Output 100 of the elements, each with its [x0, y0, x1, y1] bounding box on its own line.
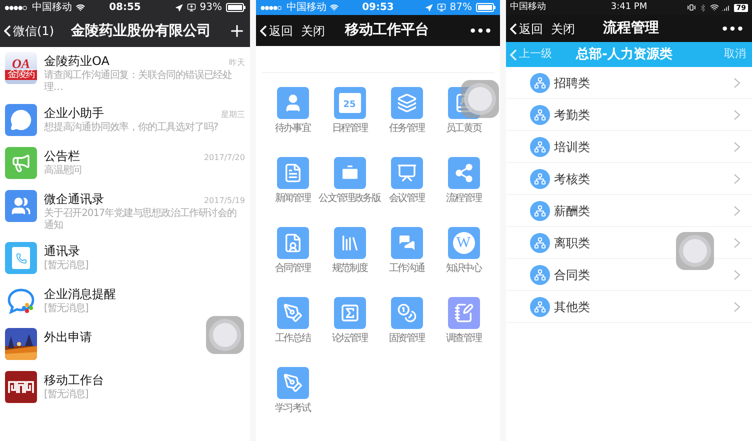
message-preview: [暂无消息] — [44, 303, 90, 315]
chevron-icon — [734, 206, 740, 216]
chat-bubbles-icon[interactable] — [390, 227, 422, 259]
close-button[interactable]: 关闭 — [551, 20, 575, 38]
chat-name: 公告栏 — [44, 148, 80, 164]
chat-item[interactable]: 公告栏 2017/7/20 高温慰问 — [0, 142, 250, 185]
chat-bubble-icon — [5, 104, 37, 136]
clock-time: 3:41 PM — [610, 3, 648, 12]
stacked-cards-icon[interactable] — [390, 87, 422, 119]
chat-time: 2017/5/19 — [204, 195, 245, 207]
megaphone-icon — [5, 147, 37, 179]
person-icon[interactable] — [276, 87, 308, 119]
category-label: 考核类 — [554, 170, 590, 188]
chat-time: 2017/7/20 — [204, 152, 245, 164]
chevron-icon — [734, 302, 740, 312]
briefcase-icon[interactable] — [334, 157, 366, 189]
document-icon[interactable] — [276, 157, 308, 189]
chat-item[interactable]: 移动工作台 [暂无消息] — [0, 366, 250, 409]
tile-label: 日程管理 — [332, 123, 368, 134]
category-row[interactable]: 薪酬类 — [506, 195, 752, 227]
chat-time: 星期三 — [221, 109, 245, 121]
chat-item[interactable]: 外出申请 — [0, 323, 250, 366]
tile-label: 工作总结 — [274, 333, 310, 344]
binders-icon[interactable] — [334, 227, 366, 259]
signal-icon — [4, 4, 28, 10]
category-row[interactable]: 考核类 — [506, 163, 752, 195]
category-label: 薪酬类 — [554, 202, 590, 220]
chevron-icon — [734, 174, 740, 184]
org-chart-icon — [530, 104, 550, 124]
carrier-name: 中国移动 — [32, 2, 72, 12]
floating-touch-button[interactable] — [461, 80, 499, 118]
contract-icon[interactable] — [276, 227, 308, 259]
chat-item[interactable]: OA 金陵药 金陵药业OA 昨天 请查阅工作沟通回复：关联合同的错误已经处理… — [0, 47, 250, 99]
oa-logo: OA 金陵药 — [5, 52, 37, 84]
signal-icon — [260, 4, 282, 10]
share-icon[interactable] — [448, 157, 480, 189]
category-label: 招聘类 — [554, 74, 590, 92]
tile-label: 新闻管理 — [274, 193, 310, 204]
tile-label: 知识中心 — [446, 263, 482, 274]
coins-icon[interactable] — [390, 297, 422, 329]
wifi-icon — [710, 3, 720, 12]
org-chart-icon — [530, 136, 550, 156]
tile-label: 工作沟通 — [388, 263, 424, 274]
chat-item[interactable]: 企业消息提醒 [暂无消息] — [0, 280, 250, 323]
chevron-icon — [734, 78, 740, 88]
chat-name: 企业消息提醒 — [44, 286, 116, 302]
message-preview: 想提高沟通协同效率，你的工具选对了吗? — [44, 122, 219, 134]
carrier-name: 中国移动 — [510, 3, 547, 12]
page-title: 移动工作平台 — [345, 21, 429, 40]
org-chart-icon — [530, 232, 550, 252]
clock-time: 09:53 — [362, 2, 394, 12]
chat-item[interactable]: 通讯录 [暂无消息] — [0, 237, 250, 280]
presentation-board-icon[interactable] — [390, 157, 422, 189]
contacts-icon — [5, 190, 37, 222]
add-icon[interactable] — [228, 22, 246, 40]
category-row[interactable]: 考勤类 — [506, 99, 752, 131]
pen-nib-icon[interactable] — [276, 367, 308, 399]
floating-touch-button[interactable] — [676, 232, 714, 270]
pen-nib-icon[interactable] — [276, 297, 308, 329]
floating-touch-button[interactable] — [206, 316, 244, 354]
battery-percent: 87% — [450, 2, 472, 12]
screen-mirror-icon — [186, 3, 196, 12]
message-preview: 高温慰问 — [44, 165, 83, 177]
chat-name: 企业小助手 — [44, 105, 104, 122]
tile-label: 固资管理 — [388, 333, 424, 344]
org-chart-icon — [530, 296, 550, 316]
battery-icon — [226, 3, 246, 12]
category-row[interactable]: 培训类 — [506, 131, 752, 163]
category-label: 离职类 — [554, 234, 590, 252]
category-row[interactable]: 其他类 — [506, 291, 752, 323]
chat-name: 移动工作台 — [44, 372, 104, 388]
category-label: 培训类 — [554, 138, 590, 156]
chat-title: 金陵药业股份有限公司 — [70, 22, 212, 40]
chat-item[interactable]: 微企通讯录 2017/5/19 关于召开2017年党建与思想政治工作研讨会的通知 — [0, 185, 250, 237]
battery-percent: 93% — [200, 2, 222, 12]
category-title: 总部-人力资源类 — [576, 46, 672, 64]
back-button[interactable]: 返回 — [510, 20, 543, 38]
category-row[interactable]: 招聘类 — [506, 67, 752, 99]
chat-name: 微企通讯录 — [44, 191, 104, 208]
wifi-icon — [330, 3, 339, 12]
more-button[interactable]: ••• — [468, 22, 492, 40]
notepad-icon[interactable] — [448, 297, 480, 329]
message-preview: [暂无消息] — [44, 389, 90, 401]
tile-label: 待办事宜 — [274, 123, 310, 134]
chat-name: 通讯录 — [44, 243, 80, 260]
tile-label: 调查管理 — [446, 333, 482, 344]
close-button[interactable]: 关闭 — [301, 22, 325, 40]
chat-item[interactable]: 企业小助手 星期三 想提高沟通协同效率，你的工具选对了吗? — [0, 99, 250, 142]
tile-label: 学习考试 — [274, 403, 310, 414]
wifi-icon — [76, 3, 85, 12]
back-button[interactable]: 返回 — [260, 22, 293, 40]
org-chart-icon — [530, 168, 550, 188]
chevron-icon — [734, 238, 740, 248]
chevron-icon — [734, 110, 740, 120]
back-button[interactable]: 微信(1) — [4, 22, 54, 40]
tile-label: 公文管理政务版 — [318, 193, 380, 204]
message-preview: 请查阅工作沟通回复：关联合同的错误已经处理… — [44, 70, 234, 94]
chat-name: 外出申请 — [44, 329, 92, 346]
carrier-name: 中国移动 — [286, 2, 326, 12]
more-button[interactable]: ••• — [720, 20, 744, 38]
